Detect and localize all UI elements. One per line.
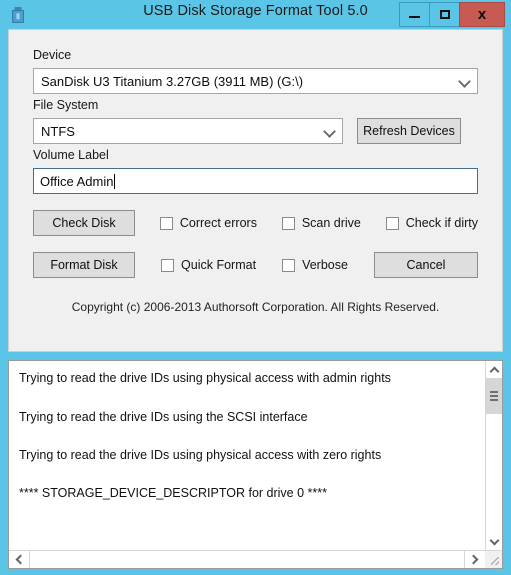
horizontal-scrollbar[interactable] xyxy=(9,550,502,568)
checkbox-scan-drive[interactable]: Scan drive xyxy=(282,216,361,230)
checkbox-label: Scan drive xyxy=(302,216,361,230)
log-line: Trying to read the drive IDs using physi… xyxy=(19,371,475,385)
checkbox-label: Verbose xyxy=(302,258,348,272)
checkbox-label: Quick Format xyxy=(181,258,256,272)
minimize-icon xyxy=(409,16,420,18)
checkbox-box[interactable] xyxy=(282,217,295,230)
cancel-button[interactable]: Cancel xyxy=(374,252,478,278)
log-output[interactable]: Trying to read the drive IDs using physi… xyxy=(9,361,485,550)
checkbox-box[interactable] xyxy=(160,217,173,230)
refresh-devices-button[interactable]: Refresh Devices xyxy=(357,118,461,144)
window-controls: x xyxy=(399,2,505,27)
file-system-select[interactable]: NTFS xyxy=(33,118,343,144)
close-icon: x xyxy=(478,7,486,22)
chevron-down-icon xyxy=(325,129,334,138)
app-window: USB Disk Storage Format Tool 5.0 x Devic… xyxy=(0,0,511,575)
vertical-scrollbar[interactable] xyxy=(485,361,502,550)
minimize-button[interactable] xyxy=(399,2,429,27)
maximize-button[interactable] xyxy=(429,2,459,27)
checkbox-check-if-dirty[interactable]: Check if dirty xyxy=(386,216,478,230)
checkbox-correct-errors[interactable]: Correct errors xyxy=(160,216,257,230)
device-label: Device xyxy=(33,48,478,62)
chevron-up-icon xyxy=(489,366,499,376)
copyright-text: Copyright (c) 2006-2013 Authorsoft Corpo… xyxy=(33,300,478,326)
horizontal-scroll-track[interactable] xyxy=(29,551,465,568)
vertical-scroll-thumb[interactable] xyxy=(486,378,502,414)
check-disk-row: Check Disk Correct errors Scan drive Che… xyxy=(33,210,478,236)
chevron-down-icon xyxy=(489,535,499,545)
log-line: Trying to read the drive IDs using the S… xyxy=(19,410,475,424)
log-line: **** STORAGE_DEVICE_DESCRIPTOR for drive… xyxy=(19,486,475,500)
scroll-up-button[interactable] xyxy=(486,361,502,378)
format-disk-button[interactable]: Format Disk xyxy=(33,252,135,278)
client-area: Device SanDisk U3 Titanium 3.27GB (3911 … xyxy=(8,29,503,352)
device-select-value: SanDisk U3 Titanium 3.27GB (3911 MB) (G:… xyxy=(41,74,303,89)
device-select[interactable]: SanDisk U3 Titanium 3.27GB (3911 MB) (G:… xyxy=(33,68,478,94)
scroll-right-button[interactable] xyxy=(465,551,485,568)
maximize-icon xyxy=(440,10,450,19)
checkbox-verbose[interactable]: Verbose xyxy=(282,258,348,272)
format-disk-row: Format Disk Quick Format Verbose Cancel xyxy=(33,252,478,278)
scroll-left-button[interactable] xyxy=(9,551,29,568)
checkbox-label: Correct errors xyxy=(180,216,257,230)
file-system-label: File System xyxy=(33,98,478,112)
text-caret xyxy=(114,174,115,189)
grip-icon xyxy=(490,389,498,403)
volume-label-input[interactable]: Office Admin xyxy=(33,168,478,194)
check-disk-button[interactable]: Check Disk xyxy=(33,210,135,236)
checkbox-box[interactable] xyxy=(161,259,174,272)
checkbox-label: Check if dirty xyxy=(406,216,478,230)
vertical-scroll-track[interactable] xyxy=(486,414,502,533)
scroll-down-button[interactable] xyxy=(486,533,502,550)
chevron-left-icon xyxy=(16,555,26,565)
volume-label-label: Volume Label xyxy=(33,148,478,162)
checkbox-box[interactable] xyxy=(386,217,399,230)
close-button[interactable]: x xyxy=(459,2,505,27)
chevron-down-icon xyxy=(460,79,469,88)
settings-form: Device SanDisk U3 Titanium 3.27GB (3911 … xyxy=(9,30,502,326)
volume-label-value: Office Admin xyxy=(40,174,113,189)
log-body: Trying to read the drive IDs using physi… xyxy=(9,361,502,550)
log-line: Trying to read the drive IDs using physi… xyxy=(19,448,475,462)
file-system-row: NTFS Refresh Devices xyxy=(33,118,478,144)
checkbox-quick-format[interactable]: Quick Format xyxy=(161,258,256,272)
chevron-right-icon xyxy=(469,555,479,565)
checkbox-box[interactable] xyxy=(282,259,295,272)
resize-grip[interactable] xyxy=(485,551,502,568)
log-pane: Trying to read the drive IDs using physi… xyxy=(8,360,503,569)
title-bar[interactable]: USB Disk Storage Format Tool 5.0 x xyxy=(0,0,511,29)
file-system-select-value: NTFS xyxy=(41,124,75,139)
